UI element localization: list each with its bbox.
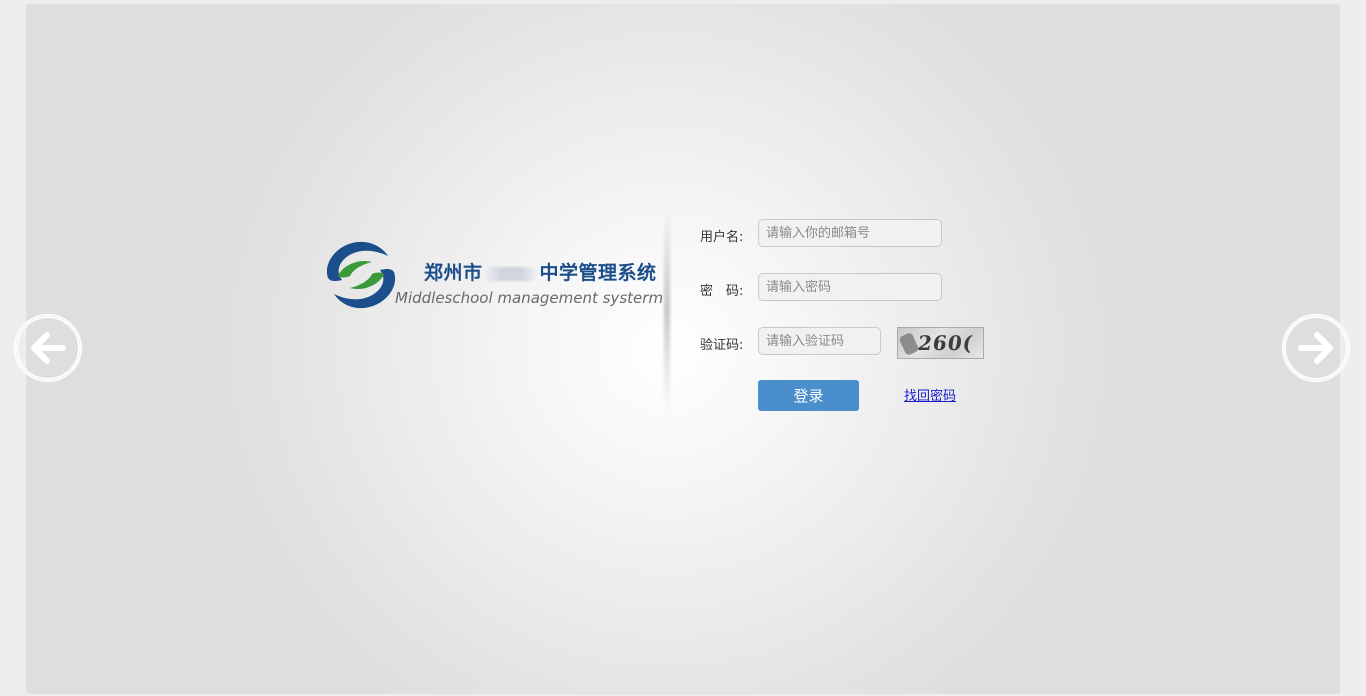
captcha-image[interactable]: 260(	[897, 327, 984, 359]
school-logo: 郑州市 中学管理系统 Middleschool management syster…	[320, 238, 664, 318]
logo-mark-icon	[326, 241, 396, 309]
arrow-right-circle-icon	[1282, 314, 1350, 382]
password-label: 密 码:	[700, 284, 744, 299]
username-input[interactable]	[758, 219, 942, 247]
redacted-name	[484, 266, 537, 281]
forgot-password-link[interactable]: 找回密码	[904, 385, 956, 404]
arrow-left-circle-icon	[14, 314, 82, 382]
logo-title: 郑州市 中学管理系统	[424, 258, 657, 285]
logo-subtitle: Middleschool management systerm	[395, 289, 664, 307]
login-stage	[27, 5, 1339, 693]
logo-title-prefix: 郑州市	[424, 262, 483, 284]
username-label: 用户名:	[700, 230, 744, 245]
logo-title-suffix: 中学管理系统	[539, 262, 657, 284]
captcha-input[interactable]	[758, 327, 881, 355]
captcha-label: 验证码:	[700, 338, 744, 353]
login-button[interactable]: 登录	[758, 380, 859, 411]
captcha-text: 260(	[916, 331, 975, 355]
divider	[664, 212, 670, 412]
next-slide-button[interactable]	[1281, 313, 1351, 383]
password-input[interactable]	[758, 273, 942, 301]
prev-slide-button[interactable]	[13, 313, 83, 383]
